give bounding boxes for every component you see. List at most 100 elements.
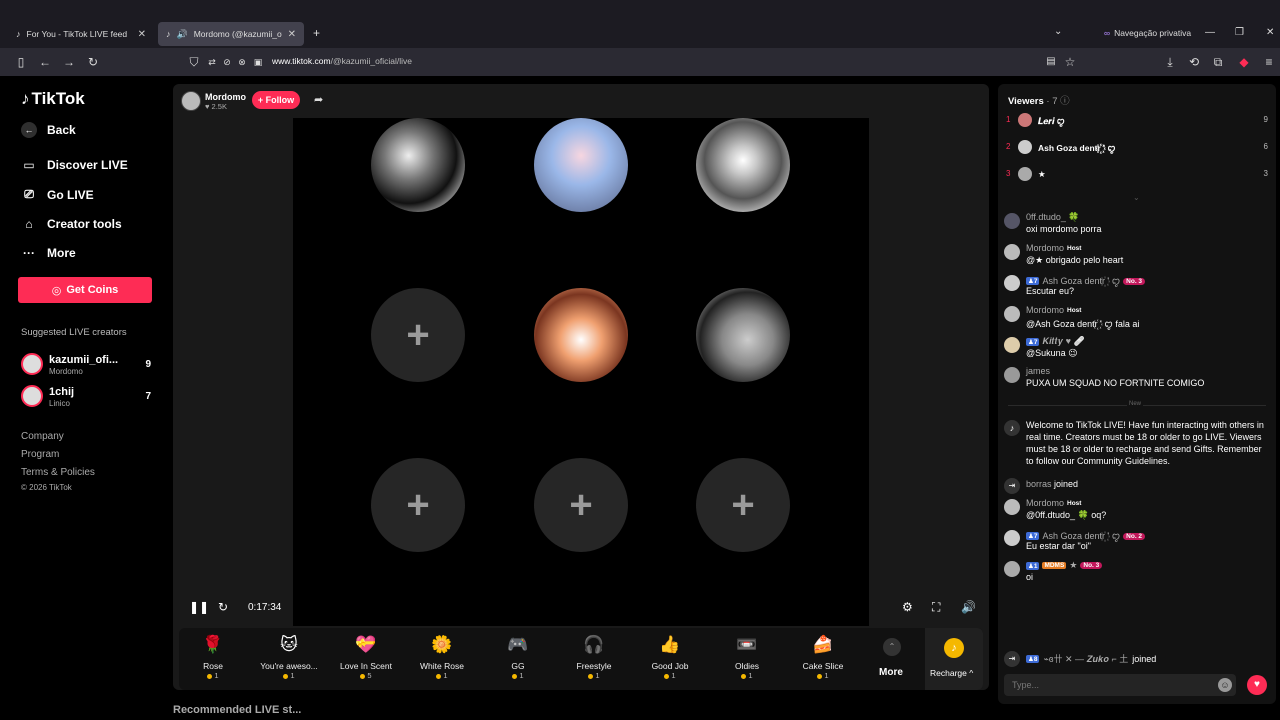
sender-name[interactable]: Mordomo [1026, 305, 1064, 315]
mic-blocked-icon[interactable]: ⊗ [234, 54, 250, 70]
volume-icon[interactable]: 🔊 [961, 600, 976, 614]
gift-freestyle[interactable]: 🎧 Freestyle 1 [558, 632, 630, 680]
close-tab-icon[interactable]: ✕ [288, 29, 296, 40]
back-button[interactable]: ← Back [21, 122, 76, 138]
shield-icon[interactable]: ⛉ [186, 54, 202, 70]
chat-input[interactable]: Type... ☺ [1004, 674, 1236, 696]
sender-line: ♟1 MDMS ★ No. 3 [1026, 560, 1103, 571]
tracking-protection-icon[interactable]: ⇄ [204, 54, 220, 70]
avatar[interactable] [1004, 306, 1020, 322]
sender-name[interactable]: Mordomo [1026, 243, 1064, 253]
joiner-name[interactable]: borras [1026, 479, 1052, 489]
avatar[interactable] [1004, 244, 1020, 260]
top-viewer-row[interactable]: 1 𝑳𝒆𝒓𝒊 ꨄ 9 [1006, 112, 1268, 128]
tab-mordomo[interactable]: ♪ 🔊 Mordomo (@kazumii_ofic ✕ [158, 22, 304, 46]
suggested-creator[interactable]: kazumii_ofi... Mordomo 9 [21, 352, 151, 378]
sender-name[interactable]: ★ [1069, 560, 1077, 571]
expand-chevron-icon[interactable]: ⌄ [1133, 193, 1140, 202]
guest-seat-avatar[interactable] [534, 288, 628, 382]
reload-icon[interactable]: ↻ [85, 54, 101, 70]
sender-name[interactable]: james [1026, 366, 1050, 376]
bookmark-star-icon[interactable]: ☆ [1062, 54, 1078, 70]
addon-icon[interactable]: ◆ [1236, 54, 1252, 70]
emoji-icon[interactable]: ☺ [1218, 678, 1232, 692]
minimize-icon[interactable]: — [1205, 27, 1215, 38]
menu-icon[interactable]: ≡ [1261, 54, 1277, 70]
guest-seat-avatar[interactable] [696, 288, 790, 382]
pause-icon[interactable]: ❚❚ [189, 600, 209, 614]
footer-company[interactable]: Company [21, 431, 64, 442]
permissions-icon[interactable]: ⊘ [219, 54, 235, 70]
footer-terms[interactable]: Terms & Policies [21, 467, 95, 478]
guest-seat-avatar[interactable] [696, 118, 790, 212]
avatar[interactable] [1004, 337, 1020, 353]
host-name[interactable]: Mordomo [205, 92, 246, 102]
sync-icon[interactable]: ⟲ [1186, 54, 1202, 70]
top-viewer-row[interactable]: 3 ★ 3 [1006, 166, 1268, 182]
more-gifts-icon[interactable]: ⌃ [883, 638, 901, 656]
info-icon[interactable]: ⓘ [1060, 96, 1070, 107]
gift-cake-slice[interactable]: 🍰 Cake Slice 1 [787, 632, 859, 680]
host-avatar[interactable] [181, 91, 201, 111]
gift-youre-awesome[interactable]: 🐱 You're aweso... 1 [253, 632, 325, 680]
close-tab-icon[interactable]: ✕ [138, 29, 146, 40]
tab-list-chevron-icon[interactable]: ⌄ [1054, 26, 1062, 37]
nav-creator-tools[interactable]: ⌂ Creator tools [21, 217, 121, 231]
empty-seat[interactable]: + [534, 458, 628, 552]
message-text: @★ obrigado pelo heart [1026, 255, 1124, 265]
avatar[interactable] [1004, 530, 1020, 546]
gift-love-in-scent[interactable]: 💝 Love In Scent 5 [330, 632, 402, 680]
reader-view-icon[interactable]: ▤ [1043, 54, 1059, 70]
heart-button[interactable]: ♥ [1247, 675, 1267, 695]
top-viewer-row[interactable]: 2 Ash Goza dentr꙰ ' ꨄ 6 [1006, 139, 1268, 155]
url-bar[interactable]: www.tiktok.com/@kazumii_oficial/live [272, 56, 412, 66]
back-arrow-icon[interactable]: ← [37, 54, 53, 70]
joiner-name[interactable]: ⌁ɞ卄 ✕ — 𝒁𝒖𝒌𝒐 ⌐ 土 [1043, 652, 1128, 665]
settings-icon[interactable]: ⚙ [902, 600, 913, 614]
extensions-icon[interactable]: ⧉ [1210, 54, 1226, 70]
empty-seat[interactable]: + [371, 288, 465, 382]
nav-more[interactable]: ··· More [21, 246, 76, 260]
more-gifts-button[interactable]: More [879, 667, 903, 678]
avatar[interactable] [1004, 561, 1020, 577]
sender-name[interactable]: 0ff.dtudo_ 🍀 [1026, 212, 1080, 223]
viewers-title[interactable]: Viewers · 7 ⓘ [1008, 93, 1070, 107]
follow-button[interactable]: + Follow [252, 91, 300, 109]
sender-name[interactable]: 𝑲𝒊𝒕𝒕𝒚 ♥ 🩹 [1042, 336, 1084, 347]
gift-price: 1 [253, 671, 325, 680]
gift-oldies[interactable]: 📼 Oldies 1 [711, 632, 783, 680]
recharge-button[interactable]: ♪ Recharge ^ [925, 628, 983, 690]
nav-go-live[interactable]: ⎚ Go LIVE [21, 187, 93, 202]
gift-rose[interactable]: 🌹 Rose 1 [177, 632, 249, 680]
suggested-creator[interactable]: 1chij Linico 7 [21, 384, 151, 410]
forward-arrow-icon[interactable]: → [61, 54, 77, 70]
gift-gg[interactable]: 🎮 GG 1 [482, 632, 554, 680]
gift-white-rose[interactable]: 🌼 White Rose 1 [406, 632, 478, 680]
share-icon[interactable]: ➦ [314, 93, 323, 106]
avatar[interactable] [1004, 367, 1020, 383]
empty-seat[interactable]: + [371, 458, 465, 552]
creator-count: 9 [145, 359, 151, 370]
close-window-icon[interactable]: ✕ [1266, 27, 1274, 38]
get-coins-button[interactable]: ◎ Get Coins [18, 277, 152, 303]
sidebar-toggle-icon[interactable]: ▯ [13, 54, 29, 70]
tab-for-you[interactable]: ♪ For You - TikTok LIVE feed ✕ [8, 22, 154, 46]
sender-name[interactable]: Mordomo [1026, 498, 1064, 508]
speaker-tab-icon[interactable]: 🔊 [177, 29, 188, 40]
avatar[interactable] [1004, 275, 1020, 291]
guest-seat-avatar[interactable] [371, 118, 465, 212]
nav-discover-live[interactable]: ▭ Discover LIVE [21, 158, 127, 172]
avatar[interactable] [1004, 499, 1020, 515]
tiktok-logo[interactable]: ♪ TikTok [21, 89, 85, 109]
download-icon[interactable]: ⤓ [1162, 54, 1178, 70]
refresh-icon[interactable]: ↻ [218, 600, 228, 614]
gift-good-job[interactable]: 👍 Good Job 1 [634, 632, 706, 680]
empty-seat[interactable]: + [696, 458, 790, 552]
new-tab-icon[interactable]: + [313, 26, 320, 40]
page-info-icon[interactable]: ▣ [250, 54, 266, 70]
avatar[interactable] [1004, 213, 1020, 229]
fullscreen-icon[interactable]: ⛶ [932, 600, 940, 615]
guest-seat-avatar[interactable] [534, 118, 628, 212]
footer-program[interactable]: Program [21, 449, 59, 460]
maximize-icon[interactable]: ❐ [1235, 27, 1244, 38]
